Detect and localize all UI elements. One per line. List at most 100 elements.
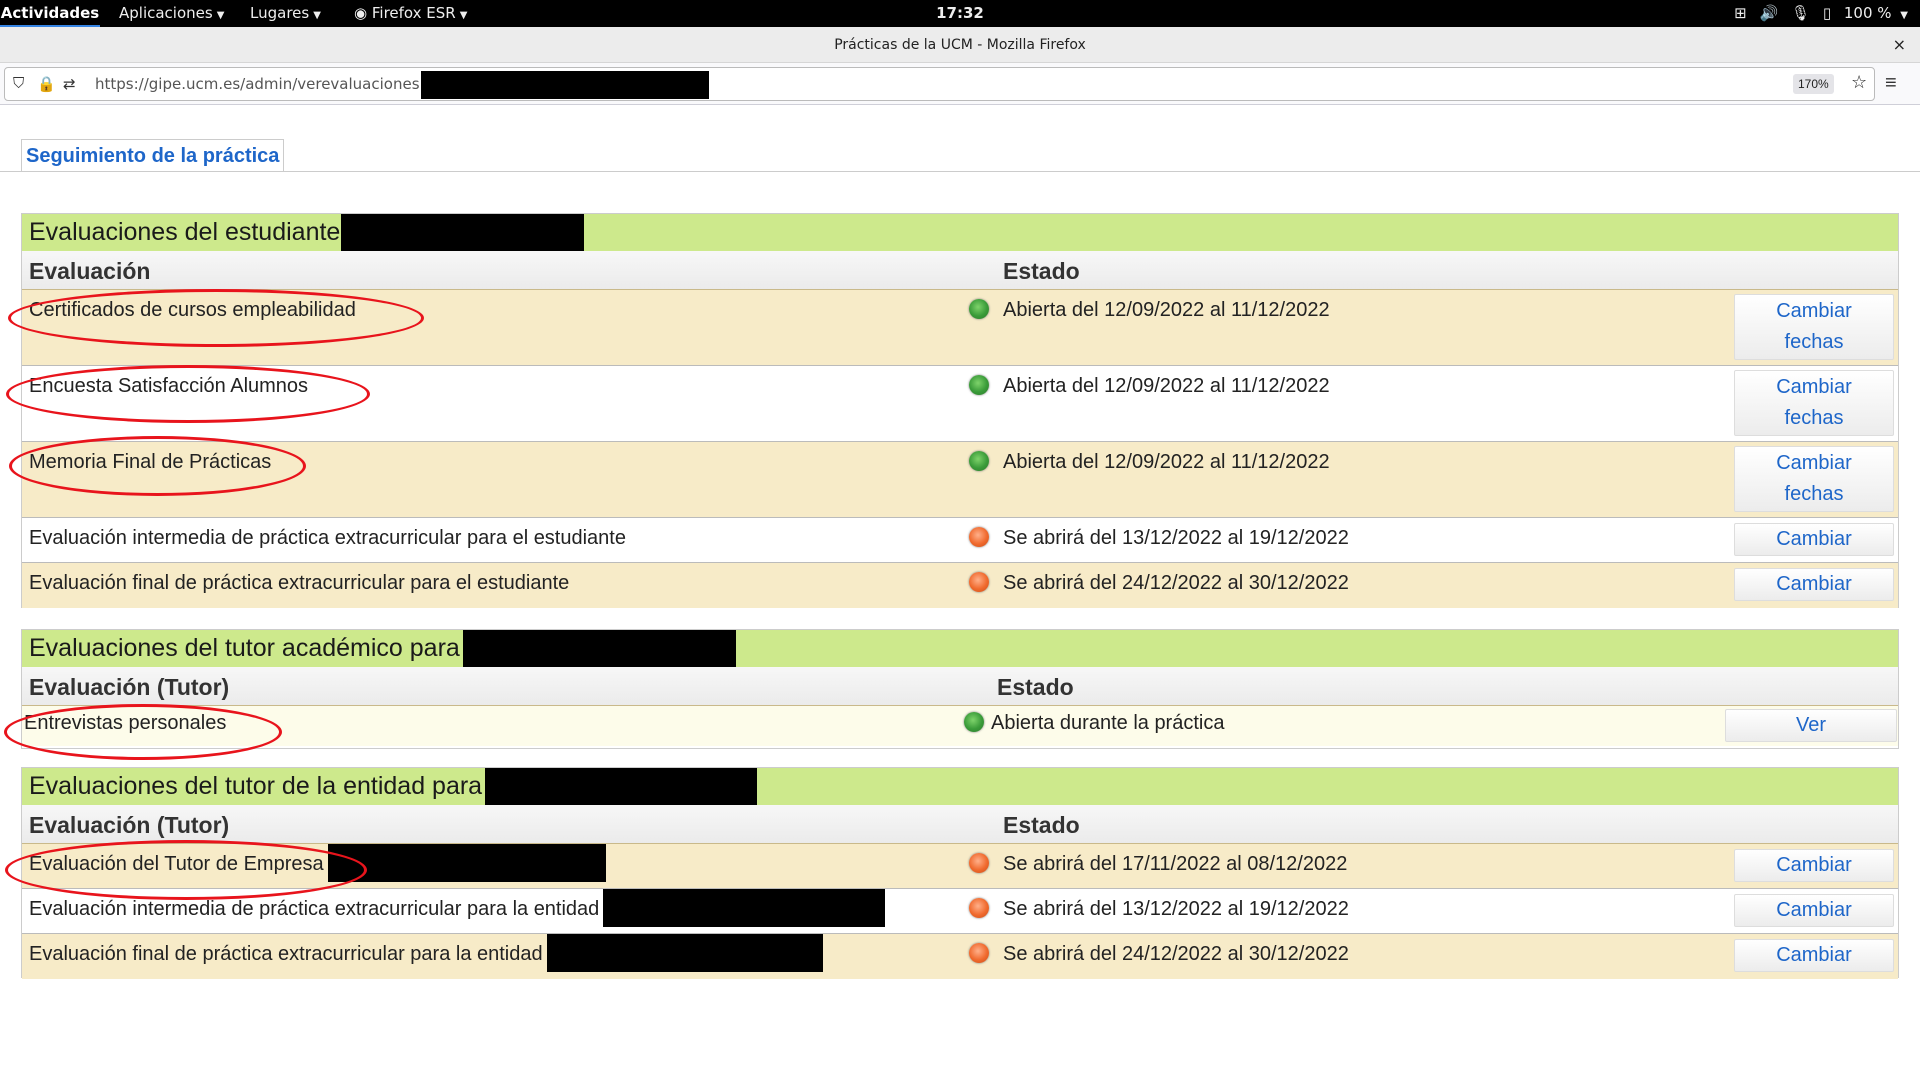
cambiar-fechas-button[interactable]: Cambiar fechas bbox=[1734, 370, 1894, 436]
column-header-row: Evaluación Estado bbox=[22, 251, 1898, 290]
url-text[interactable]: https://gipe.ucm.es/admin/verevaluacione… bbox=[95, 68, 453, 100]
system-top-bar: Actividades Aplicaciones ▼ Lugares ▼ ◉ Fir… bbox=[0, 0, 1920, 27]
redacted-block bbox=[421, 71, 709, 99]
firefox-label: Firefox ESR bbox=[371, 4, 456, 22]
column-header-row: Evaluación (Tutor) Estado bbox=[22, 805, 1898, 844]
shield-icon[interactable]: ⛉ bbox=[13, 75, 24, 92]
table-row: Evaluación final de práctica extracurric… bbox=[22, 563, 1898, 608]
evaluation-name: Encuesta Satisfacción Alumnos bbox=[29, 375, 309, 397]
status-dot-orange-icon bbox=[969, 572, 989, 592]
section-title: Evaluaciones del estudiante bbox=[22, 214, 1898, 252]
table-row: Evaluación intermedia de práctica extrac… bbox=[22, 889, 1898, 934]
clock[interactable]: 17:32 bbox=[920, 0, 1000, 27]
section-entity-tutor-evaluations: Evaluaciones del tutor de la entidad par… bbox=[21, 767, 1899, 979]
bookmark-star-icon[interactable]: ☆ bbox=[1851, 72, 1867, 93]
cambiar-button[interactable]: Cambiar bbox=[1734, 568, 1894, 601]
status-dot-orange-icon bbox=[969, 527, 989, 547]
table-row: Evaluación final de práctica extracurric… bbox=[22, 934, 1898, 979]
window-title: Prácticas de la UCM - Mozilla Firefox bbox=[834, 37, 1086, 53]
cambiar-button[interactable]: Cambiar bbox=[1734, 894, 1894, 927]
status-dot-green-icon bbox=[964, 712, 984, 732]
cambiar-button[interactable]: Cambiar bbox=[1734, 849, 1894, 882]
redacted-block bbox=[603, 889, 886, 927]
redacted-block bbox=[341, 214, 585, 252]
chevron-down-icon: ▼ bbox=[1900, 10, 1908, 21]
places-menu[interactable]: Lugares ▼ bbox=[250, 0, 321, 27]
status-dot-orange-icon bbox=[969, 853, 989, 873]
evaluation-name: Certificados de cursos empleabilidad bbox=[29, 299, 356, 321]
evaluation-name: Evaluación intermedia de práctica extrac… bbox=[29, 889, 886, 927]
places-label: Lugares bbox=[250, 4, 310, 22]
redacted-block bbox=[485, 768, 758, 806]
evaluation-name-text: Evaluación del Tutor de Empresa bbox=[29, 853, 324, 875]
column-header-evaluacion: Evaluación (Tutor) bbox=[29, 812, 230, 838]
hamburger-menu-icon[interactable]: ≡ bbox=[1885, 72, 1897, 95]
section-title: Evaluaciones del tutor de la entidad par… bbox=[22, 768, 1898, 806]
evaluation-status: Abierta del 12/09/2022 al 11/12/2022 bbox=[1003, 451, 1330, 473]
tab-seguimiento[interactable]: Seguimiento de la práctica bbox=[21, 139, 285, 172]
status-dot-green-icon bbox=[969, 299, 989, 319]
zoom-level-button[interactable]: 170% bbox=[1793, 74, 1834, 94]
redacted-block bbox=[462, 630, 736, 668]
chevron-down-icon: ▼ bbox=[459, 10, 468, 21]
evaluation-name: Evaluación final de práctica extracurric… bbox=[29, 934, 823, 972]
ver-button[interactable]: Ver bbox=[1725, 709, 1897, 742]
applications-label: Aplicaciones bbox=[119, 4, 213, 22]
section-title-text: Evaluaciones del tutor de la entidad par… bbox=[29, 772, 483, 800]
column-header-row: Evaluación (Tutor) Estado bbox=[22, 667, 1898, 706]
evaluation-status: Abierta durante la práctica bbox=[991, 712, 1225, 734]
tab-divider bbox=[0, 171, 1920, 172]
section-title-text: Evaluaciones del tutor académico para bbox=[29, 634, 460, 662]
evaluation-name: Evaluación del Tutor de Empresa bbox=[29, 844, 606, 882]
table-row: Entrevistas personales Abierta durante l… bbox=[22, 706, 1898, 746]
table-row: Evaluación intermedia de práctica extrac… bbox=[22, 518, 1898, 563]
cambiar-fechas-button[interactable]: Cambiar fechas bbox=[1734, 446, 1894, 512]
table-row: Memoria Final de Prácticas Abierta del 1… bbox=[22, 442, 1898, 518]
permissions-icon[interactable]: ⇄ bbox=[63, 75, 76, 93]
cambiar-button[interactable]: Cambiar bbox=[1734, 939, 1894, 972]
network-icon: ⊞ bbox=[1734, 4, 1747, 22]
evaluation-status: Se abrirá del 17/11/2022 al 08/12/2022 bbox=[1003, 853, 1348, 875]
cambiar-button[interactable]: Cambiar bbox=[1734, 523, 1894, 556]
table-row: Certificados de cursos empleabilidad Abi… bbox=[22, 290, 1898, 366]
chevron-down-icon: ▼ bbox=[313, 10, 321, 21]
evaluation-status: Abierta del 12/09/2022 al 11/12/2022 bbox=[1003, 299, 1330, 321]
evaluation-status: Se abrirá del 24/12/2022 al 30/12/2022 bbox=[1003, 572, 1349, 594]
status-dot-green-icon bbox=[969, 375, 989, 395]
section-title-text: Evaluaciones del estudiante bbox=[29, 218, 341, 246]
status-dot-green-icon bbox=[969, 451, 989, 471]
battery-level: 100 % bbox=[1843, 4, 1892, 22]
evaluation-name: Entrevistas personales bbox=[24, 712, 227, 734]
evaluation-name: Evaluación final de práctica extracurric… bbox=[29, 572, 570, 594]
status-dot-orange-icon bbox=[969, 898, 989, 918]
evaluation-status: Se abrirá del 13/12/2022 al 19/12/2022 bbox=[1003, 898, 1349, 920]
activities-button[interactable]: Actividades bbox=[0, 0, 100, 27]
evaluation-name: Evaluación intermedia de práctica extrac… bbox=[29, 527, 626, 549]
lock-icon[interactable]: 🔒 bbox=[37, 75, 56, 93]
navigation-toolbar: ⛉ 🔒 ⇄ https://gipe.ucm.es/admin/verevalu… bbox=[0, 63, 1920, 105]
section-title: Evaluaciones del tutor académico para bbox=[22, 630, 1898, 668]
cambiar-fechas-button[interactable]: Cambiar fechas bbox=[1734, 294, 1894, 360]
window-titlebar: Prácticas de la UCM - Mozilla Firefox × bbox=[0, 27, 1920, 63]
url-bar[interactable]: ⛉ 🔒 ⇄ https://gipe.ucm.es/admin/verevalu… bbox=[4, 67, 1875, 101]
evaluation-name-text: Evaluación final de práctica extracurric… bbox=[29, 943, 543, 965]
microphone-icon: 🎙 bbox=[1790, 4, 1811, 22]
page-content: Seguimiento de la práctica Evaluaciones … bbox=[0, 106, 1920, 1080]
evaluation-status: Abierta del 12/09/2022 al 11/12/2022 bbox=[1003, 375, 1330, 397]
column-header-evaluacion: Evaluación (Tutor) bbox=[29, 674, 230, 700]
system-status-menu[interactable]: ⊞ 🔊 🎙 ▯ 100 % ▼ bbox=[1734, 0, 1908, 27]
applications-menu[interactable]: Aplicaciones ▼ bbox=[119, 0, 224, 27]
table-row: Evaluación del Tutor de Empresa Se abrir… bbox=[22, 844, 1898, 889]
volume-icon: 🔊 bbox=[1759, 4, 1779, 22]
evaluation-name: Memoria Final de Prácticas bbox=[29, 451, 272, 473]
firefox-icon: ◉ bbox=[354, 4, 372, 22]
close-icon[interactable]: × bbox=[1893, 27, 1906, 63]
firefox-app-menu[interactable]: ◉ Firefox ESR ▼ bbox=[354, 0, 467, 27]
battery-icon: ▯ bbox=[1822, 4, 1832, 22]
column-header-estado: Estado bbox=[1003, 258, 1080, 284]
evaluation-status: Se abrirá del 24/12/2022 al 30/12/2022 bbox=[1003, 943, 1349, 965]
column-header-estado: Estado bbox=[997, 674, 1074, 700]
section-student-evaluations: Evaluaciones del estudiante Evaluación E… bbox=[21, 213, 1899, 608]
column-header-evaluacion: Evaluación bbox=[29, 258, 151, 284]
chevron-down-icon: ▼ bbox=[216, 10, 225, 21]
